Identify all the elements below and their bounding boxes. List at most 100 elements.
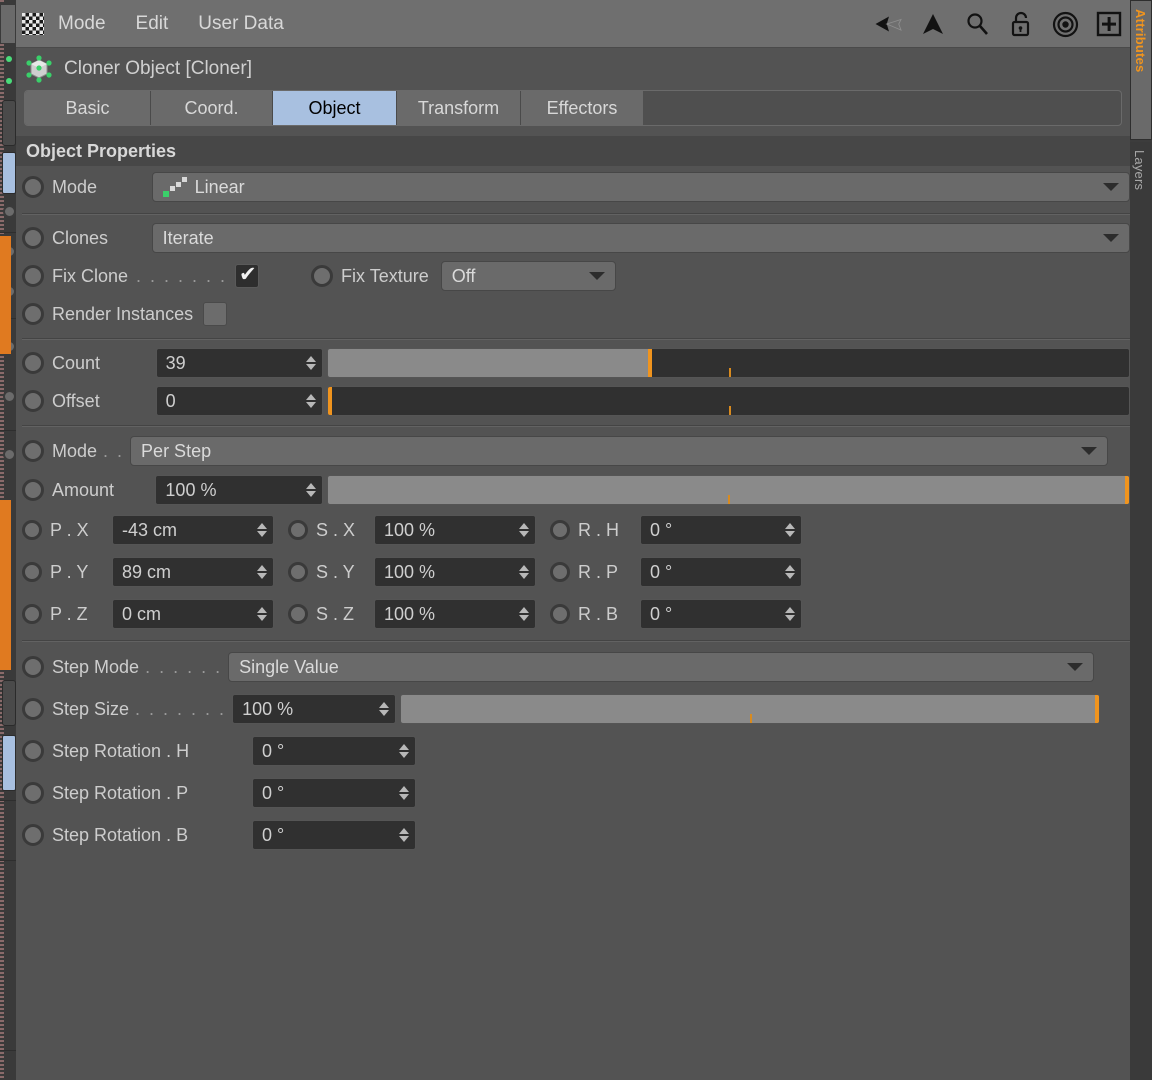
r-p-stepper[interactable] bbox=[785, 565, 795, 579]
s-x-bullet-icon[interactable] bbox=[288, 520, 308, 540]
tab-effectors[interactable]: Effectors bbox=[521, 91, 643, 125]
amount-slider[interactable] bbox=[326, 475, 1130, 505]
r-p-input[interactable]: 0 ° bbox=[640, 557, 802, 587]
p-z-stepper[interactable] bbox=[257, 607, 267, 621]
r-b-field-group: R . B 0 ° bbox=[550, 599, 802, 629]
s-x-stepper[interactable] bbox=[519, 523, 529, 537]
transform-mode-bullet-icon[interactable] bbox=[22, 440, 44, 462]
s-z-input[interactable]: 100 % bbox=[374, 599, 536, 629]
amount-input[interactable]: 100 % bbox=[155, 475, 323, 505]
render-instances-checkbox[interactable] bbox=[203, 302, 228, 326]
p-x-value: -43 cm bbox=[122, 519, 178, 540]
p-z-input[interactable]: 0 cm bbox=[112, 599, 274, 629]
p-y-stepper[interactable] bbox=[257, 565, 267, 579]
p-y-field-group: P . Y 89 cm bbox=[22, 557, 274, 587]
tab-coord[interactable]: Coord. bbox=[151, 91, 273, 125]
amount-bullet-icon[interactable] bbox=[22, 479, 44, 501]
fix-texture-dropdown[interactable]: Off bbox=[440, 261, 616, 291]
tab-transform[interactable]: Transform bbox=[397, 91, 521, 125]
step-size-slider-handle[interactable] bbox=[1095, 695, 1100, 723]
step-mode-bullet-icon[interactable] bbox=[22, 656, 44, 678]
r-h-value: 0 ° bbox=[650, 519, 673, 540]
p-y-label: P . Y bbox=[50, 561, 89, 582]
offset-stepper[interactable] bbox=[306, 394, 317, 408]
amount-slider-handle[interactable] bbox=[1125, 476, 1129, 504]
count-slider-tick bbox=[728, 368, 731, 377]
r-p-bullet-icon[interactable] bbox=[550, 562, 570, 582]
step-rotation-h-stepper[interactable] bbox=[399, 744, 409, 758]
mode-dropdown[interactable]: Linear bbox=[151, 172, 1130, 202]
clones-label: Clones bbox=[52, 227, 109, 248]
step-size-stepper[interactable] bbox=[379, 702, 390, 716]
divider bbox=[22, 425, 1130, 427]
step-rotation-h-bullet-icon[interactable] bbox=[22, 740, 44, 762]
step-rotation-b-bullet-icon[interactable] bbox=[22, 824, 44, 846]
offset-input[interactable]: 0 bbox=[155, 386, 324, 416]
amount-stepper[interactable] bbox=[305, 483, 316, 497]
s-y-stepper[interactable] bbox=[519, 565, 529, 579]
menu-item-user-data[interactable]: User Data bbox=[198, 13, 284, 35]
step-rotation-h-label: Step Rotation . H bbox=[52, 740, 190, 761]
p-x-stepper[interactable] bbox=[257, 523, 267, 537]
offset-slider[interactable] bbox=[327, 386, 1130, 416]
s-z-bullet-icon[interactable] bbox=[288, 604, 308, 624]
step-size-slider[interactable] bbox=[400, 694, 1101, 724]
mode-bullet-icon[interactable] bbox=[22, 176, 44, 198]
clones-dropdown[interactable]: Iterate bbox=[151, 223, 1130, 253]
step-rotation-b-label: Step Rotation . B bbox=[52, 824, 189, 845]
step-rotation-b-value: 0 ° bbox=[262, 824, 285, 845]
step-rotation-p-stepper[interactable] bbox=[399, 786, 409, 800]
fix-clone-checkbox[interactable] bbox=[235, 262, 260, 288]
count-bullet-icon[interactable] bbox=[22, 352, 44, 374]
count-stepper[interactable] bbox=[306, 356, 317, 370]
offset-bullet-icon[interactable] bbox=[22, 390, 44, 412]
search-icon[interactable] bbox=[962, 9, 992, 39]
p-x-bullet-icon[interactable] bbox=[22, 520, 42, 540]
transform-mode-dropdown[interactable]: Per Step bbox=[130, 436, 1109, 466]
sliver-divider bbox=[0, 800, 16, 801]
offset-slider-handle[interactable] bbox=[328, 387, 333, 415]
back-arrow-icon[interactable] bbox=[874, 9, 904, 39]
plus-icon[interactable] bbox=[1094, 9, 1124, 39]
menu-item-edit[interactable]: Edit bbox=[136, 13, 169, 35]
r-h-input[interactable]: 0 ° bbox=[640, 515, 802, 545]
s-x-input[interactable]: 100 % bbox=[374, 515, 536, 545]
step-rotation-h-input[interactable]: 0 ° bbox=[252, 736, 416, 766]
p-y-bullet-icon[interactable] bbox=[22, 562, 42, 582]
r-b-stepper[interactable] bbox=[785, 607, 795, 621]
step-rotation-p-bullet-icon[interactable] bbox=[22, 782, 44, 804]
step-rotation-b-input[interactable]: 0 ° bbox=[252, 820, 416, 850]
step-size-input[interactable]: 100 % bbox=[232, 694, 397, 724]
vertical-tab-attributes[interactable]: Attributes bbox=[1130, 0, 1152, 140]
fix-clone-bullet-icon[interactable] bbox=[22, 265, 44, 287]
count-input[interactable]: 39 bbox=[155, 348, 324, 378]
render-instances-bullet-icon[interactable] bbox=[22, 303, 44, 325]
fix-texture-bullet-icon[interactable] bbox=[311, 265, 334, 287]
r-h-stepper[interactable] bbox=[785, 523, 795, 537]
s-y-input[interactable]: 100 % bbox=[374, 557, 536, 587]
step-mode-dropdown[interactable]: Single Value bbox=[228, 652, 1095, 682]
p-z-bullet-icon[interactable] bbox=[22, 604, 42, 624]
checker-icon[interactable] bbox=[22, 12, 44, 35]
count-slider-handle[interactable] bbox=[648, 349, 653, 377]
step-size-bullet-icon[interactable] bbox=[22, 698, 44, 720]
count-slider[interactable] bbox=[327, 348, 1130, 378]
r-b-input[interactable]: 0 ° bbox=[640, 599, 802, 629]
right-vertical-tab-rail[interactable]: Attributes Layers bbox=[1130, 0, 1152, 1080]
step-rotation-p-input[interactable]: 0 ° bbox=[252, 778, 416, 808]
clones-bullet-icon[interactable] bbox=[22, 227, 44, 249]
s-z-stepper[interactable] bbox=[519, 607, 529, 621]
menu-item-mode[interactable]: Mode bbox=[58, 13, 106, 35]
lock-icon[interactable] bbox=[1006, 9, 1036, 39]
up-arrow-icon[interactable] bbox=[918, 9, 948, 39]
target-icon[interactable] bbox=[1050, 9, 1080, 39]
s-y-bullet-icon[interactable] bbox=[288, 562, 308, 582]
tab-basic[interactable]: Basic bbox=[25, 91, 151, 125]
p-y-input[interactable]: 89 cm bbox=[112, 557, 274, 587]
p-x-input[interactable]: -43 cm bbox=[112, 515, 274, 545]
r-h-bullet-icon[interactable] bbox=[550, 520, 570, 540]
tab-object[interactable]: Object bbox=[273, 91, 397, 125]
vertical-tab-layers[interactable]: Layers bbox=[1130, 142, 1152, 1080]
step-rotation-b-stepper[interactable] bbox=[399, 828, 409, 842]
r-b-bullet-icon[interactable] bbox=[550, 604, 570, 624]
